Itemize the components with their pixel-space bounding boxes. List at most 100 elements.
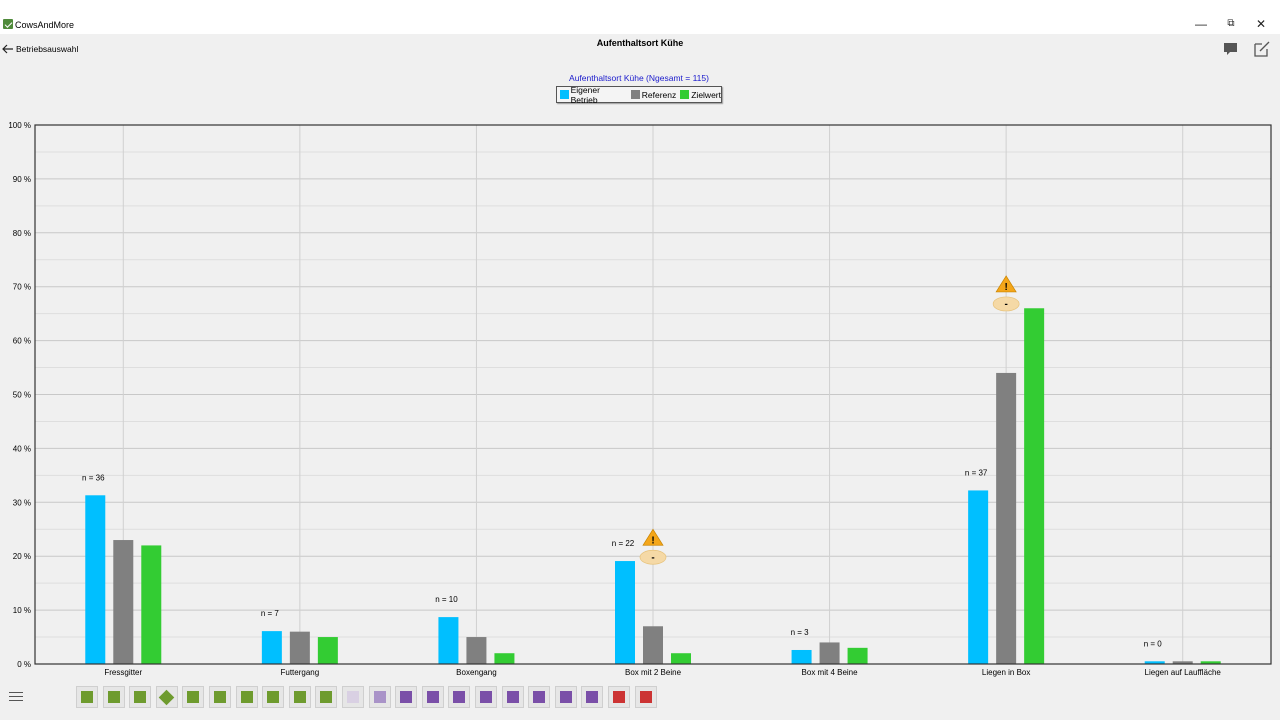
nav-tile[interactable] [634,686,657,708]
y-tick-label: 40 % [13,444,31,453]
x-tick-label: Futtergang [281,668,320,677]
tile-marker [267,691,280,703]
tile-marker [400,691,413,703]
tile-marker [134,691,147,703]
tile-marker [480,691,492,703]
close-button[interactable]: ✕ [1254,17,1268,31]
legend-swatch-referenz [630,90,640,99]
n-label: n = 0 [1144,639,1163,648]
tile-marker [320,691,333,703]
nav-tile[interactable] [342,686,364,708]
minimize-button[interactable]: — [1194,17,1208,31]
bar-eigener [85,495,106,664]
tile-marker [613,691,625,703]
title-bar: CowsAndMore — ⧉ ✕ [0,0,1280,34]
nav-tile[interactable] [581,686,604,708]
legend-label-eigener: Eigener Betrieb [570,84,600,105]
nav-tile[interactable] [608,686,630,708]
legend-label-referenz: Referenz [641,89,677,100]
tile-marker [426,691,439,703]
y-tick-label: 20 % [13,552,31,561]
nav-tile[interactable] [235,686,258,708]
legend-label-zielwert: Zielwert [691,89,721,100]
nav-tile[interactable] [155,686,178,708]
nav-tile[interactable] [209,686,231,708]
y-tick-label: 0 % [17,660,31,669]
nav-tile[interactable] [475,686,497,708]
n-label: n = 22 [612,539,635,548]
y-tick-label: 90 % [13,175,31,184]
page-title: Aufenthaltsort Kühe [596,38,684,48]
app-logo-icon [3,19,13,29]
bar-zielwert [141,545,162,664]
x-tick-label: Fressgitter [104,668,142,677]
bar-chart: 0 % 10 % 20 % 30 % 40 % 50 % 60 % 70 % 80 % 90 % 1… [8,121,1272,677]
y-tick-label: 50 % [13,391,31,400]
n-label: n = 7 [261,609,280,618]
warning-symbol: ! [1004,282,1007,293]
bar-referenz [113,540,134,664]
x-tick-label: Box mit 2 Beine [625,668,682,677]
tile-marker [586,691,599,703]
tile-marker [107,691,120,703]
tile-marker [639,691,652,703]
nav-tile[interactable] [129,686,152,708]
edit-icon[interactable] [1253,40,1271,58]
bar-referenz [643,626,663,664]
x-tick-label: Liegen auf Lauffläche [1145,668,1222,677]
bar-eigener [261,631,282,664]
y-tick-label: 70 % [13,283,31,292]
bar-eigener [438,617,459,664]
nav-tile[interactable] [102,686,125,708]
warning-badge-text: - [1004,299,1007,310]
nav-tile[interactable] [448,686,471,708]
legend-swatch-zielwert [680,90,690,99]
x-tick-label: Liegen in Box [982,668,1030,677]
bar-referenz [996,372,1017,664]
y-tick-label: 10 % [13,606,31,615]
app-title: CowsAndMore [15,20,75,30]
x-tick-label: Box mit 4 Beine [802,668,859,677]
legend-item-eigener: Eigener Betrieb [560,85,627,105]
nav-tile[interactable] [395,686,418,708]
nav-tile[interactable] [554,686,577,708]
tile-marker [187,691,200,703]
y-tick-label: 80 % [13,229,31,238]
tile-marker [453,691,466,703]
bottom-navigation [0,684,1280,710]
legend-swatch-eigener [560,90,569,99]
nav-tile[interactable] [421,686,444,708]
nav-tile[interactable] [528,686,551,708]
y-tick-label: 100 % [8,121,31,130]
warning-badge-text: - [651,552,654,563]
n-label: n = 37 [965,468,988,477]
restore-button[interactable]: ⧉ [1224,17,1238,31]
menu-icon[interactable] [9,692,23,701]
tile-marker [373,691,386,703]
warning-symbol: ! [651,535,654,546]
nav-tile[interactable] [288,686,311,708]
tile-marker [347,691,359,703]
bar-eigener [968,490,989,664]
bar-referenz [289,631,310,664]
tile-marker [214,691,226,703]
nav-tile[interactable] [182,686,205,708]
nav-tile[interactable] [501,686,524,708]
comment-icon[interactable] [1222,40,1240,58]
nav-tile[interactable] [76,686,98,708]
tile-marker [506,691,519,703]
nav-tile[interactable] [315,686,338,708]
y-tick-label: 60 % [13,337,31,346]
tile-marker [240,691,253,703]
bar-zielwert [1024,308,1045,664]
nav-tile[interactable] [368,686,391,708]
bar-referenz [819,642,840,664]
legend-item-zielwert: Zielwert [680,90,721,100]
selected-tile-marker [159,689,175,705]
n-label: n = 3 [791,628,810,637]
chart-title: Aufenthaltsort Kühe (Ngesamt = 115) [569,73,709,83]
x-tick-label: Boxengang [456,668,496,677]
nav-tile[interactable] [262,686,285,708]
bar-eigener [615,561,635,664]
bar-eigener [791,649,812,664]
